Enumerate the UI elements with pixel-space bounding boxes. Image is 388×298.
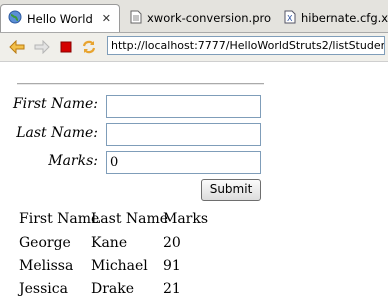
stop-icon[interactable] xyxy=(58,39,74,55)
table-cell: George xyxy=(19,235,71,251)
tab-xwork-conversion[interactable]: xwork-conversion.pro xyxy=(124,4,272,32)
table-header-first-name: First Name xyxy=(19,211,100,227)
first-name-label: First Name: xyxy=(12,96,98,112)
text-file-icon xyxy=(130,10,142,27)
svg-text:X: X xyxy=(287,14,293,23)
table-cell: Michael xyxy=(91,258,148,274)
refresh-icon[interactable] xyxy=(81,39,97,55)
editor-tab-bar: Hello World ✕ xwork-conversion.pro X hib… xyxy=(0,0,388,33)
browser-toolbar: http://localhost:7777/HelloWorldStruts2/… xyxy=(0,33,388,62)
xml-file-icon: X xyxy=(284,10,296,27)
horizontal-rule xyxy=(17,83,264,85)
table-header-marks: Marks xyxy=(163,211,209,227)
tab-hello-world[interactable]: Hello World ✕ xyxy=(0,4,120,32)
page-content: First Name: Last Name: Marks: 0 Submit F… xyxy=(0,62,388,298)
last-name-label: Last Name: xyxy=(16,125,98,141)
tab-hibernate-cfg[interactable]: X hibernate.cfg.xml xyxy=(278,4,388,32)
marks-label: Marks: xyxy=(48,153,98,169)
table-cell: Jessica xyxy=(19,281,68,297)
last-name-input[interactable] xyxy=(106,123,261,146)
table-cell: Kane xyxy=(91,235,128,251)
submit-button[interactable]: Submit xyxy=(201,179,261,201)
table-header-last-name: Last Name xyxy=(91,211,169,227)
table-cell: Melissa xyxy=(19,258,74,274)
first-name-input[interactable] xyxy=(106,95,261,118)
marks-input[interactable]: 0 xyxy=(106,151,261,174)
tab-label: xwork-conversion.pro xyxy=(147,11,272,25)
table-cell: 20 xyxy=(163,235,181,251)
tab-label: Hello World xyxy=(27,11,93,26)
url-input[interactable]: http://localhost:7777/HelloWorldStruts2/… xyxy=(107,36,385,55)
table-cell: 91 xyxy=(163,258,181,274)
globe-icon xyxy=(8,10,22,27)
table-cell: 21 xyxy=(163,281,181,297)
back-arrow-icon[interactable] xyxy=(9,39,25,55)
forward-arrow-icon[interactable] xyxy=(34,39,50,55)
table-cell: Drake xyxy=(91,281,135,297)
close-icon[interactable]: ✕ xyxy=(102,12,111,25)
tab-label: hibernate.cfg.xml xyxy=(301,11,388,25)
